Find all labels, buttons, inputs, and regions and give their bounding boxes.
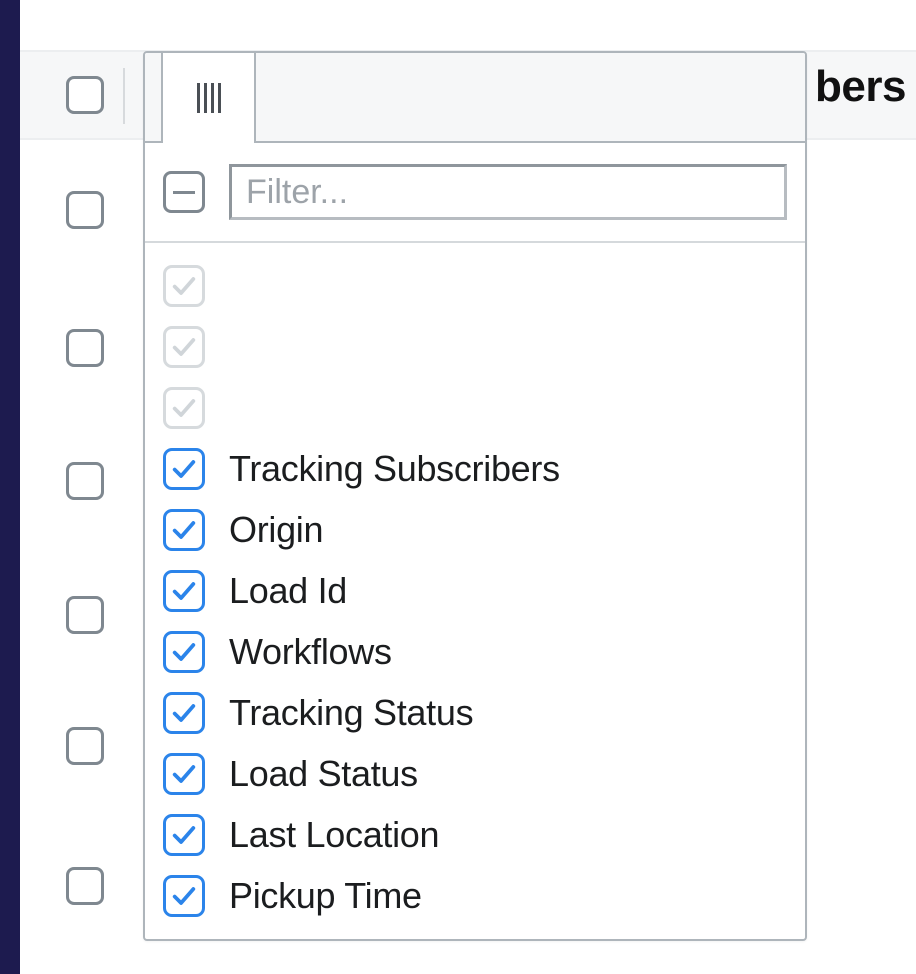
column-list-item[interactable]: Origin [163, 499, 787, 560]
column-list-item[interactable]: Load Status [163, 743, 787, 804]
filter-row [145, 143, 805, 243]
column-item-label: Origin [229, 509, 323, 551]
column-list: Tracking Subscribers Origin Load Id Workflo… [145, 243, 805, 926]
row-select-checkbox[interactable] [66, 867, 104, 905]
column-item-label: Workflows [229, 631, 392, 673]
column-visibility-checkbox[interactable] [163, 448, 205, 490]
column-list-item[interactable]: Tracking Subscribers [163, 438, 787, 499]
row-select-checkbox[interactable] [66, 596, 104, 634]
column-visibility-checkbox[interactable] [163, 631, 205, 673]
column-visibility-checkbox[interactable] [163, 692, 205, 734]
column-list-item[interactable]: Workflows [163, 621, 787, 682]
column-visibility-checkbox[interactable] [163, 509, 205, 551]
filter-input[interactable] [229, 164, 787, 220]
row-select-checkbox[interactable] [66, 76, 104, 114]
column-item-label: Tracking Subscribers [229, 448, 560, 490]
column-chooser-popup: Tracking Subscribers Origin Load Id Workflo… [143, 51, 807, 941]
column-list-item[interactable] [163, 377, 787, 438]
column-visibility-checkbox[interactable] [163, 570, 205, 612]
columns-tab[interactable] [161, 51, 256, 143]
column-visibility-checkbox[interactable] [163, 265, 205, 307]
left-sidebar-stripe [0, 0, 20, 974]
indeterminate-icon [173, 191, 195, 194]
row-select-checkbox[interactable] [66, 462, 104, 500]
popup-tab-bar [145, 53, 805, 143]
select-all-checkbox[interactable] [163, 171, 205, 213]
column-list-item[interactable]: Load Id [163, 560, 787, 621]
header-divider [123, 68, 125, 124]
row-select-checkbox[interactable] [66, 727, 104, 765]
column-list-item[interactable]: Tracking Status [163, 682, 787, 743]
column-visibility-checkbox[interactable] [163, 753, 205, 795]
column-visibility-checkbox[interactable] [163, 326, 205, 368]
row-select-checkbox[interactable] [66, 329, 104, 367]
column-visibility-checkbox[interactable] [163, 387, 205, 429]
column-list-item[interactable] [163, 316, 787, 377]
column-list-item[interactable]: Pickup Time [163, 865, 787, 926]
column-item-label: Tracking Status [229, 692, 473, 734]
column-list-item[interactable]: Last Location [163, 804, 787, 865]
columns-icon [197, 83, 221, 113]
column-header-partial: bers [815, 62, 906, 112]
row-select-checkbox[interactable] [66, 191, 104, 229]
column-visibility-checkbox[interactable] [163, 875, 205, 917]
column-item-label: Pickup Time [229, 875, 422, 917]
column-item-label: Load Status [229, 753, 418, 795]
column-visibility-checkbox[interactable] [163, 814, 205, 856]
column-item-label: Last Location [229, 814, 439, 856]
column-list-item[interactable] [163, 255, 787, 316]
column-item-label: Load Id [229, 570, 347, 612]
